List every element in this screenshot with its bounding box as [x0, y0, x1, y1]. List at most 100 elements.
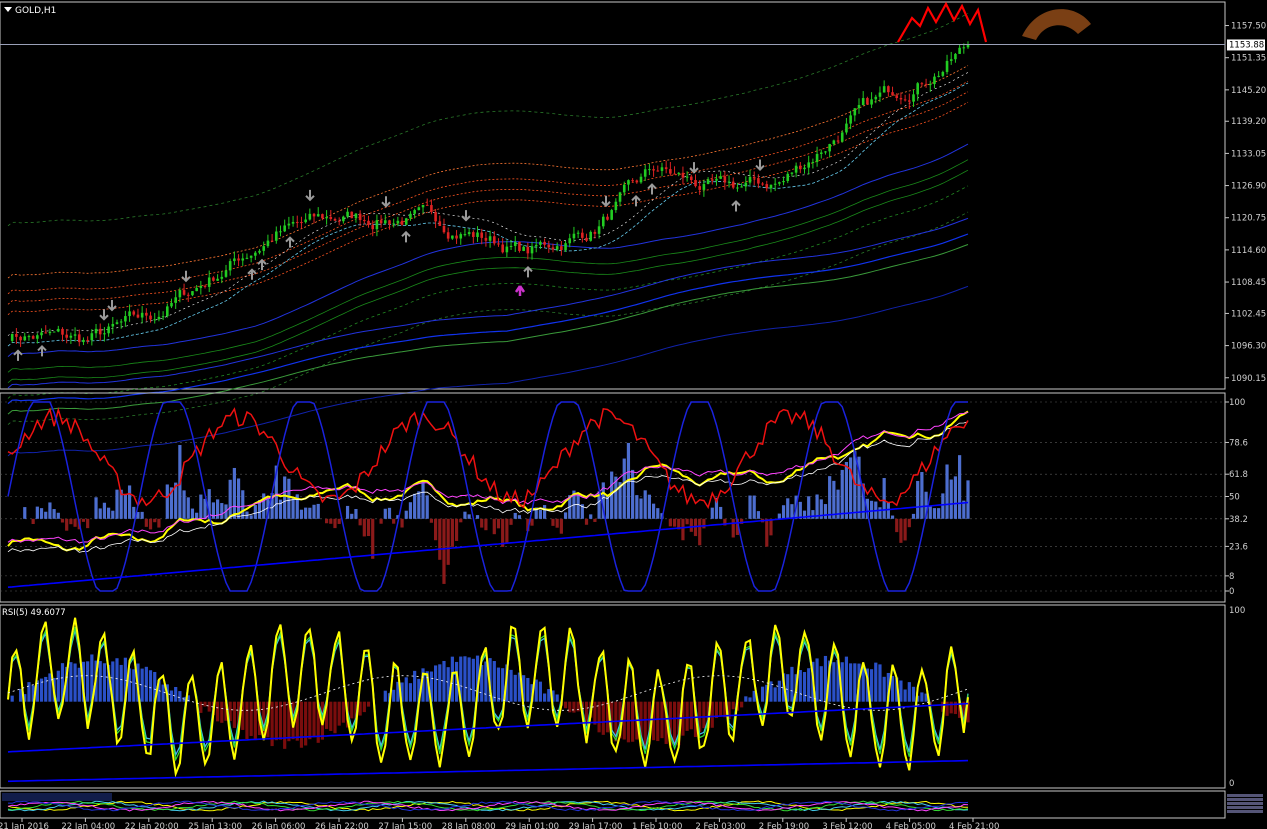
oscillator-bar: [605, 495, 610, 519]
candle-body: [660, 167, 664, 171]
level-tick-label: 8: [1229, 572, 1234, 582]
candle-body: [719, 176, 722, 179]
oscillator-bar: [509, 518, 513, 525]
oscillator-bar: [438, 518, 442, 560]
price-tick-label: 1145.20: [1231, 86, 1266, 96]
rsi-bar: [408, 683, 413, 702]
rsi-bar: [869, 669, 874, 702]
rsi-bar: [48, 673, 52, 702]
rsi-bar: [220, 701, 224, 723]
candle-body: [635, 180, 639, 183]
oscillator-bar: [345, 505, 350, 519]
time-tick-label: 2 Feb 03:00: [695, 822, 745, 829]
candle-body: [157, 316, 161, 320]
oscillator-bar: [555, 518, 559, 528]
oscillator-bar: [358, 518, 362, 526]
candle-body: [434, 211, 437, 222]
oscillator-bar: [656, 508, 660, 519]
oscillator-bar: [786, 498, 790, 519]
oscillator-bar: [769, 518, 773, 536]
oscillator-bar: [379, 518, 383, 524]
candle-body: [476, 232, 479, 237]
oscillator-bar: [467, 514, 471, 519]
rsi-bar: [115, 658, 119, 702]
candle-body: [287, 223, 291, 226]
candle-body: [392, 223, 395, 225]
candle-body: [698, 186, 702, 190]
candle-body: [98, 328, 102, 335]
candle-body: [237, 258, 240, 261]
rsi-bar: [174, 686, 178, 702]
rsi-bar: [249, 701, 253, 737]
candle-body: [736, 187, 739, 189]
rsi-bar: [245, 701, 249, 740]
oscillator-bar: [316, 503, 320, 519]
candle-body: [853, 108, 857, 116]
time-tick-label: 3 Feb 12:00: [822, 822, 872, 829]
oscillator-bar: [157, 518, 161, 528]
candle-body: [933, 76, 936, 85]
oscillator-bar: [216, 499, 220, 519]
rsi-bar: [656, 701, 660, 742]
price-tick-label: 1090.15: [1231, 374, 1266, 384]
rsi-bar: [534, 679, 538, 702]
candle-body: [857, 104, 861, 109]
rsi-bar: [148, 670, 153, 702]
rsi-bar: [538, 681, 543, 702]
candle-body: [375, 220, 379, 230]
oscillator-bar: [98, 508, 102, 519]
oscillator-bar: [387, 507, 392, 519]
candle-body: [568, 238, 572, 244]
oscillator-bar: [748, 495, 752, 519]
oscillator-bar: [538, 509, 543, 519]
time-tick-label: 1 Feb 10:00: [632, 822, 682, 829]
candle-body: [492, 236, 496, 244]
candle-body: [86, 339, 89, 341]
rsi-bar: [920, 692, 924, 702]
oscillator-bar: [107, 507, 111, 519]
oscillator-bar: [69, 518, 73, 525]
candle-body: [786, 173, 790, 181]
candle-body: [295, 221, 299, 223]
time-tick-label: 26 Jan 06:00: [252, 822, 306, 829]
candle-body: [182, 290, 186, 295]
candle-body: [270, 240, 274, 242]
candle-body: [488, 236, 492, 241]
rsi-bar: [442, 660, 446, 702]
oscillator-bar: [111, 510, 115, 519]
level-tick-label: 0: [1229, 587, 1234, 597]
candle-body: [849, 115, 852, 124]
rsi-bar: [874, 662, 878, 702]
rsi-bar: [568, 701, 572, 713]
oscillator-bar: [291, 498, 295, 519]
oscillator-bar: [383, 508, 387, 519]
candle-body: [174, 297, 177, 303]
oscillator-bar: [371, 518, 375, 559]
rsi-bar: [392, 689, 396, 702]
oscillator-bar: [937, 508, 941, 519]
candle-body: [530, 246, 534, 254]
oscillator-bar: [807, 496, 811, 519]
rsi-bar: [413, 670, 417, 702]
candle-body: [170, 302, 173, 307]
candle-body: [438, 221, 442, 226]
oscillator-bar: [916, 480, 920, 519]
rsi-bar: [555, 694, 559, 702]
oscillator-bar: [517, 515, 522, 519]
candle-body: [216, 278, 219, 281]
rsi-bar: [790, 666, 794, 702]
rsi-bar: [748, 697, 752, 702]
oscillator-bar: [752, 495, 756, 519]
candle-body: [199, 285, 203, 288]
candle-body: [388, 220, 391, 225]
time-tick-label: 21 Jan 2016: [0, 822, 49, 829]
time-tick-label: 28 Jan 08:00: [442, 822, 496, 829]
oscillator-bar: [337, 518, 341, 524]
candle-body: [57, 328, 60, 332]
candle-body: [949, 59, 953, 61]
rsi-bar: [253, 701, 257, 741]
candle-body: [128, 311, 131, 317]
candle-body: [463, 234, 467, 236]
oscillator-bar: [496, 518, 501, 529]
trading-chart[interactable]: GOLD,H1 1157.50 1151.35 1145.20 1139.20 1133…: [0, 0, 1267, 829]
